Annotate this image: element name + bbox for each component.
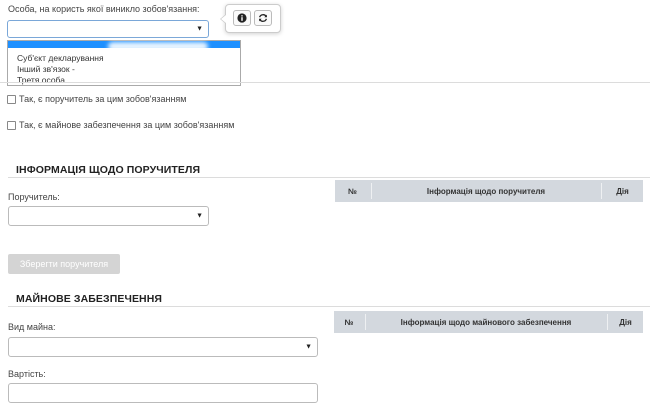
guarantor-field-label: Поручитель: <box>8 192 60 202</box>
guarantor-checkbox[interactable] <box>7 95 16 104</box>
beneficiary-label: Особа, на користь якої виникло зобов'яза… <box>8 4 200 14</box>
dropdown-option[interactable]: Третя особа <box>17 75 65 85</box>
dropdown-option[interactable]: Суб'єкт декларування <box>17 53 104 63</box>
refresh-button[interactable] <box>254 10 272 26</box>
property-type-label: Вид майна: <box>8 322 56 332</box>
redacted-blur <box>108 42 208 51</box>
chevron-down-icon: ▼ <box>196 212 203 220</box>
beneficiary-select[interactable]: ▼ <box>7 20 209 38</box>
refresh-icon <box>258 14 268 22</box>
collateral-section-title: МАЙНОВЕ ЗАБЕЗПЕЧЕННЯ <box>16 293 163 305</box>
value-label: Вартість: <box>8 369 46 379</box>
collateral-table-header: № Інформація щодо майнового забезпечення… <box>334 311 643 333</box>
property-type-select[interactable]: ▼ <box>8 337 318 357</box>
guarantor-select[interactable]: ▼ <box>8 206 209 226</box>
divider <box>0 82 650 83</box>
table-header-info: Інформація щодо поручителя <box>426 186 546 196</box>
dropdown-option[interactable]: Інший зв'язок - <box>17 64 75 74</box>
value-input[interactable] <box>8 383 318 403</box>
table-header-number: № <box>348 186 357 196</box>
guarantor-table-header: № Інформація щодо поручителя Дія <box>335 180 643 202</box>
table-header-action: Дія <box>619 317 632 327</box>
table-header-action: Дія <box>616 186 629 196</box>
table-header-info: Інформація щодо майнового забезпечення <box>400 317 572 327</box>
save-guarantor-button[interactable]: Зберегти поручителя <box>8 254 120 274</box>
info-icon <box>237 13 247 23</box>
divider <box>8 177 650 178</box>
info-button[interactable] <box>233 10 251 26</box>
collateral-checkbox-label: Так, є майнове забезпечення за цим зобов… <box>19 120 235 130</box>
divider <box>8 306 650 307</box>
table-header-number: № <box>344 317 354 327</box>
guarantor-checkbox-label: Так, є поручитель за цим зобов'язанням <box>19 94 187 104</box>
beneficiary-options-list: Суб'єкт декларування Інший зв'язок - Тре… <box>7 40 241 86</box>
guarantor-section-title: ІНФОРМАЦІЯ ЩОДО ПОРУЧИТЕЛЯ <box>16 164 201 176</box>
help-popover <box>220 4 281 33</box>
collateral-checkbox[interactable] <box>7 121 16 130</box>
chevron-down-icon: ▼ <box>305 343 312 351</box>
chevron-down-icon: ▼ <box>196 25 203 33</box>
